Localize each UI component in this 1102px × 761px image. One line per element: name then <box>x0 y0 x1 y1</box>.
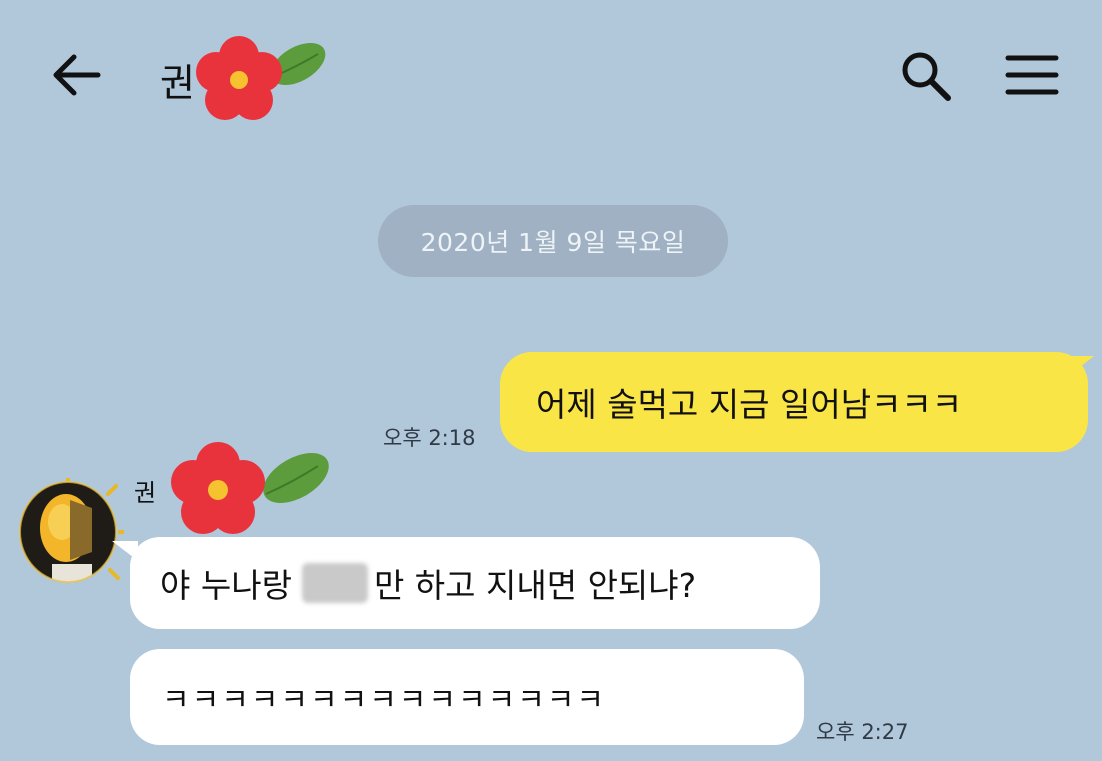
message-time: 오후 2:27 <box>816 720 909 744</box>
menu-button[interactable] <box>1002 50 1062 100</box>
search-icon <box>902 52 951 101</box>
their-message-text: ㅋㅋㅋㅋㅋㅋㅋㅋㅋㅋㅋㅋㅋㅋㅋ <box>162 683 606 718</box>
their-message-bubble[interactable]: 야 누나랑 만 하고 지내면 안되냐? <box>130 537 820 629</box>
hamburger-menu-icon <box>1005 55 1059 95</box>
chat-title-text: 권 <box>160 60 195 105</box>
their-message-bubble[interactable]: ㅋㅋㅋㅋㅋㅋㅋㅋㅋㅋㅋㅋㅋㅋㅋ <box>130 649 804 745</box>
back-button[interactable] <box>50 50 106 100</box>
their-message-text-end: 만 하고 지내면 안되냐? <box>373 566 697 605</box>
profile-picture-icon <box>19 470 130 583</box>
chat-title[interactable]: 권 <box>160 36 333 120</box>
chat-header: 권 <box>0 0 1102 150</box>
my-message-bubble[interactable]: 어제 술먹고 지금 일어남ㅋㅋㅋ <box>500 352 1088 452</box>
arrow-left-icon <box>53 54 101 96</box>
blurred-text-redaction <box>301 563 368 603</box>
their-message-text-start: 야 누나랑 <box>160 566 292 605</box>
red-flower-emoji-icon <box>171 442 329 534</box>
search-button[interactable] <box>898 48 954 104</box>
sender-name[interactable]: 권 <box>134 440 338 540</box>
avatar[interactable] <box>12 470 130 586</box>
sender-name-text: 권 <box>134 478 157 507</box>
message-time: 오후 2:18 <box>383 426 476 450</box>
red-flower-emoji-icon <box>195 36 326 120</box>
date-divider: 2020년 1월 9일 목요일 <box>378 205 728 277</box>
my-message-text: 어제 술먹고 지금 일어남ㅋㅋㅋ <box>536 385 963 424</box>
